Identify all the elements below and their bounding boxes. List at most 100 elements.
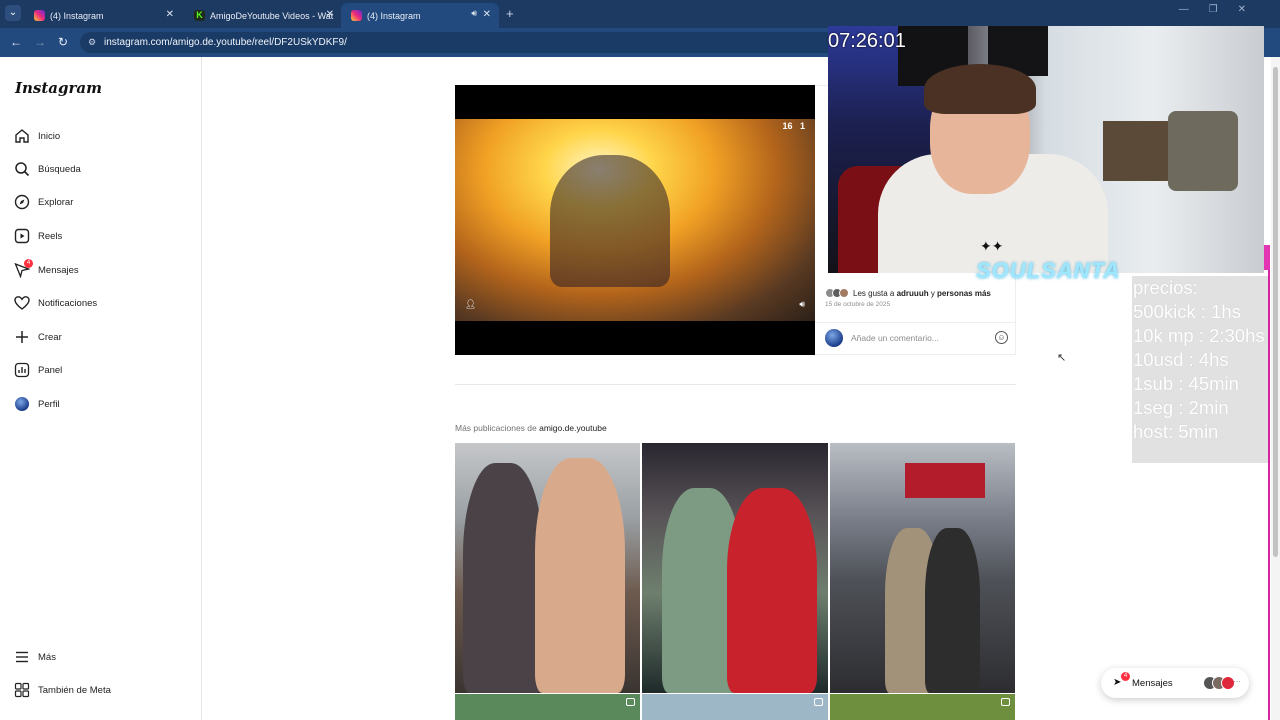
post-thumbnail[interactable] <box>830 443 1015 693</box>
sidebar-item-busqueda[interactable]: Búsqueda <box>14 158 81 180</box>
streamer-webcam-overlay <box>828 26 1264 273</box>
new-tab-button[interactable]: + <box>506 6 514 21</box>
meta-apps-icon <box>14 682 30 698</box>
post-thumbnail[interactable] <box>642 694 828 720</box>
minimize-icon[interactable]: — <box>1179 4 1189 15</box>
site-info-icon[interactable]: ⚙︎ <box>88 32 96 53</box>
photo-subject <box>727 488 817 693</box>
avatar <box>825 329 843 347</box>
sidebar-item-explorar[interactable]: Explorar <box>14 191 73 213</box>
section-divider <box>455 384 1016 385</box>
close-icon[interactable]: ✕ <box>483 9 491 20</box>
price-line: precios: <box>1133 277 1198 298</box>
instagram-logo[interactable]: Instagram <box>15 79 102 97</box>
scrollbar-thumb[interactable] <box>1273 67 1278 557</box>
carousel-icon <box>814 698 823 706</box>
instagram-icon <box>351 10 362 21</box>
sidebar-item-notificaciones[interactable]: Notificaciones <box>14 292 97 314</box>
sidebar-item-label: Mensajes <box>38 264 79 276</box>
stream-clock: 07:26:01 <box>828 30 906 52</box>
home-icon <box>15 129 29 143</box>
audio-icon[interactable]: 🔊︎ <box>799 299 805 310</box>
notification-badge: 4 <box>1121 672 1130 681</box>
sidebar-item-crear[interactable]: Crear <box>14 326 62 348</box>
price-line: 1sub : 45min <box>1133 373 1239 394</box>
plant <box>1168 111 1238 191</box>
likes-text: Les gusta a adruuuh y personas más <box>853 288 991 298</box>
forward-icon[interactable]: → <box>34 35 46 49</box>
sidebar-item-label: Panel <box>38 364 63 376</box>
photo-subject <box>535 458 625 693</box>
messages-floating-button[interactable]: ➤ 4 Mensajes ··· <box>1101 668 1249 698</box>
price-line: 500kick : 1hs <box>1133 301 1241 322</box>
stream-price-list: precios: 500kick : 1hs 10k mp : 2:30hs 1… <box>1132 276 1268 463</box>
stream-watermark: SOULSANTA <box>976 258 1121 283</box>
more-posts-heading: Más publicaciones de amigo.de.youtube <box>455 423 607 433</box>
account-link[interactable]: amigo.de.youtube <box>539 423 607 433</box>
post-thumbnail[interactable] <box>830 694 1015 720</box>
url-text: instagram.com/amigo.de.youtube/reel/DF2U… <box>104 37 347 48</box>
carousel-icon <box>626 698 635 706</box>
browser-tab-2[interactable]: K AmigoDeYoutube Videos - Wat ✕ <box>184 3 342 28</box>
streamer-hair <box>924 64 1036 114</box>
messenger-icon: ➤ 4 <box>1113 672 1130 689</box>
sidebar-item-mas[interactable]: Más <box>14 646 56 668</box>
tagged-user-icon[interactable]: 👤︎ <box>465 299 476 310</box>
sidebar-item-label: Crear <box>38 331 62 343</box>
conversation-avatars <box>1203 676 1235 690</box>
close-window-icon[interactable]: ✕ <box>1238 4 1246 15</box>
menu-icon <box>16 651 28 663</box>
kick-icon: K <box>194 10 205 21</box>
sidebar-item-inicio[interactable]: Inicio <box>14 125 60 147</box>
photo-subject <box>463 463 543 693</box>
reels-icon <box>14 228 30 244</box>
post-date: 15 de octubre de 2025 <box>825 301 891 308</box>
sidebar-item-reels[interactable]: Reels <box>14 225 62 247</box>
sidebar-item-label: Perfil <box>38 398 60 410</box>
comment-input[interactable]: Añade un comentario... <box>851 333 939 343</box>
stream-border-line <box>1268 270 1270 720</box>
mouse-cursor-icon: ↖ <box>1057 352 1067 364</box>
tab-title: AmigoDeYoutube Videos - Wat <box>210 10 334 21</box>
sidebar-item-label: Explorar <box>38 196 74 208</box>
avatar <box>14 396 30 412</box>
restore-icon[interactable]: ❐ <box>1209 4 1218 15</box>
likes-summary[interactable]: Les gusta a adruuuh y personas más <box>825 288 991 298</box>
price-line: 10usd : 4hs <box>1133 349 1229 370</box>
url-field[interactable]: ⚙︎ instagram.com/amigo.de.youtube/reel/D… <box>80 32 840 53</box>
sidebar-item-label: Inicio <box>38 130 61 142</box>
browser-tab-1[interactable]: (4) Instagram ✕ <box>24 3 182 28</box>
close-icon[interactable]: ✕ <box>166 9 174 20</box>
instagram-sidebar: Instagram Inicio Búsqueda Explorar Reels… <box>0 57 202 720</box>
comment-composer: Añade un comentario... ☺ <box>815 322 1016 355</box>
price-line: 10k mp : 2:30hs <box>1133 325 1265 346</box>
more-icon: ··· <box>1233 677 1241 686</box>
back-icon[interactable]: ← <box>10 35 22 49</box>
sidebar-item-label: Más <box>38 651 56 663</box>
instagram-icon <box>34 10 45 21</box>
sidebar-item-perfil[interactable]: Perfil <box>14 393 60 415</box>
stream-border-accent <box>1264 245 1270 270</box>
tab-search-button[interactable]: ⌄ <box>5 5 21 21</box>
browser-tab-3[interactable]: (4) Instagram 🔊︎ ✕ <box>341 3 499 28</box>
heart-icon <box>14 296 30 310</box>
sidebar-item-label: Reels <box>38 230 63 242</box>
close-icon[interactable]: ✕ <box>326 9 334 20</box>
tab-title: (4) Instagram <box>367 10 421 21</box>
sidebar-item-panel[interactable]: Panel <box>14 359 62 381</box>
chart-icon <box>14 362 30 378</box>
post-thumbnail[interactable] <box>455 694 640 720</box>
tab-title: (4) Instagram <box>50 10 104 21</box>
reel-video-player[interactable]: 16 1 👤︎ 🔊︎ <box>455 85 815 355</box>
post-thumbnail[interactable] <box>642 443 828 693</box>
page-scrollbar[interactable] <box>1271 57 1280 720</box>
post-thumbnail[interactable] <box>455 443 640 693</box>
window-controls: — ❐ ✕ <box>1179 4 1280 15</box>
sidebar-item-mensajes[interactable]: 4 Mensajes <box>14 259 79 281</box>
sidebar-item-tambien-de-meta[interactable]: También de Meta <box>14 679 111 701</box>
liker-avatars <box>825 288 849 298</box>
stage-sign <box>905 463 985 498</box>
emoji-icon[interactable]: ☺ <box>995 331 1008 344</box>
speaker-icon[interactable]: 🔊︎ <box>471 8 477 19</box>
reload-icon[interactable]: ↻ <box>58 35 68 49</box>
